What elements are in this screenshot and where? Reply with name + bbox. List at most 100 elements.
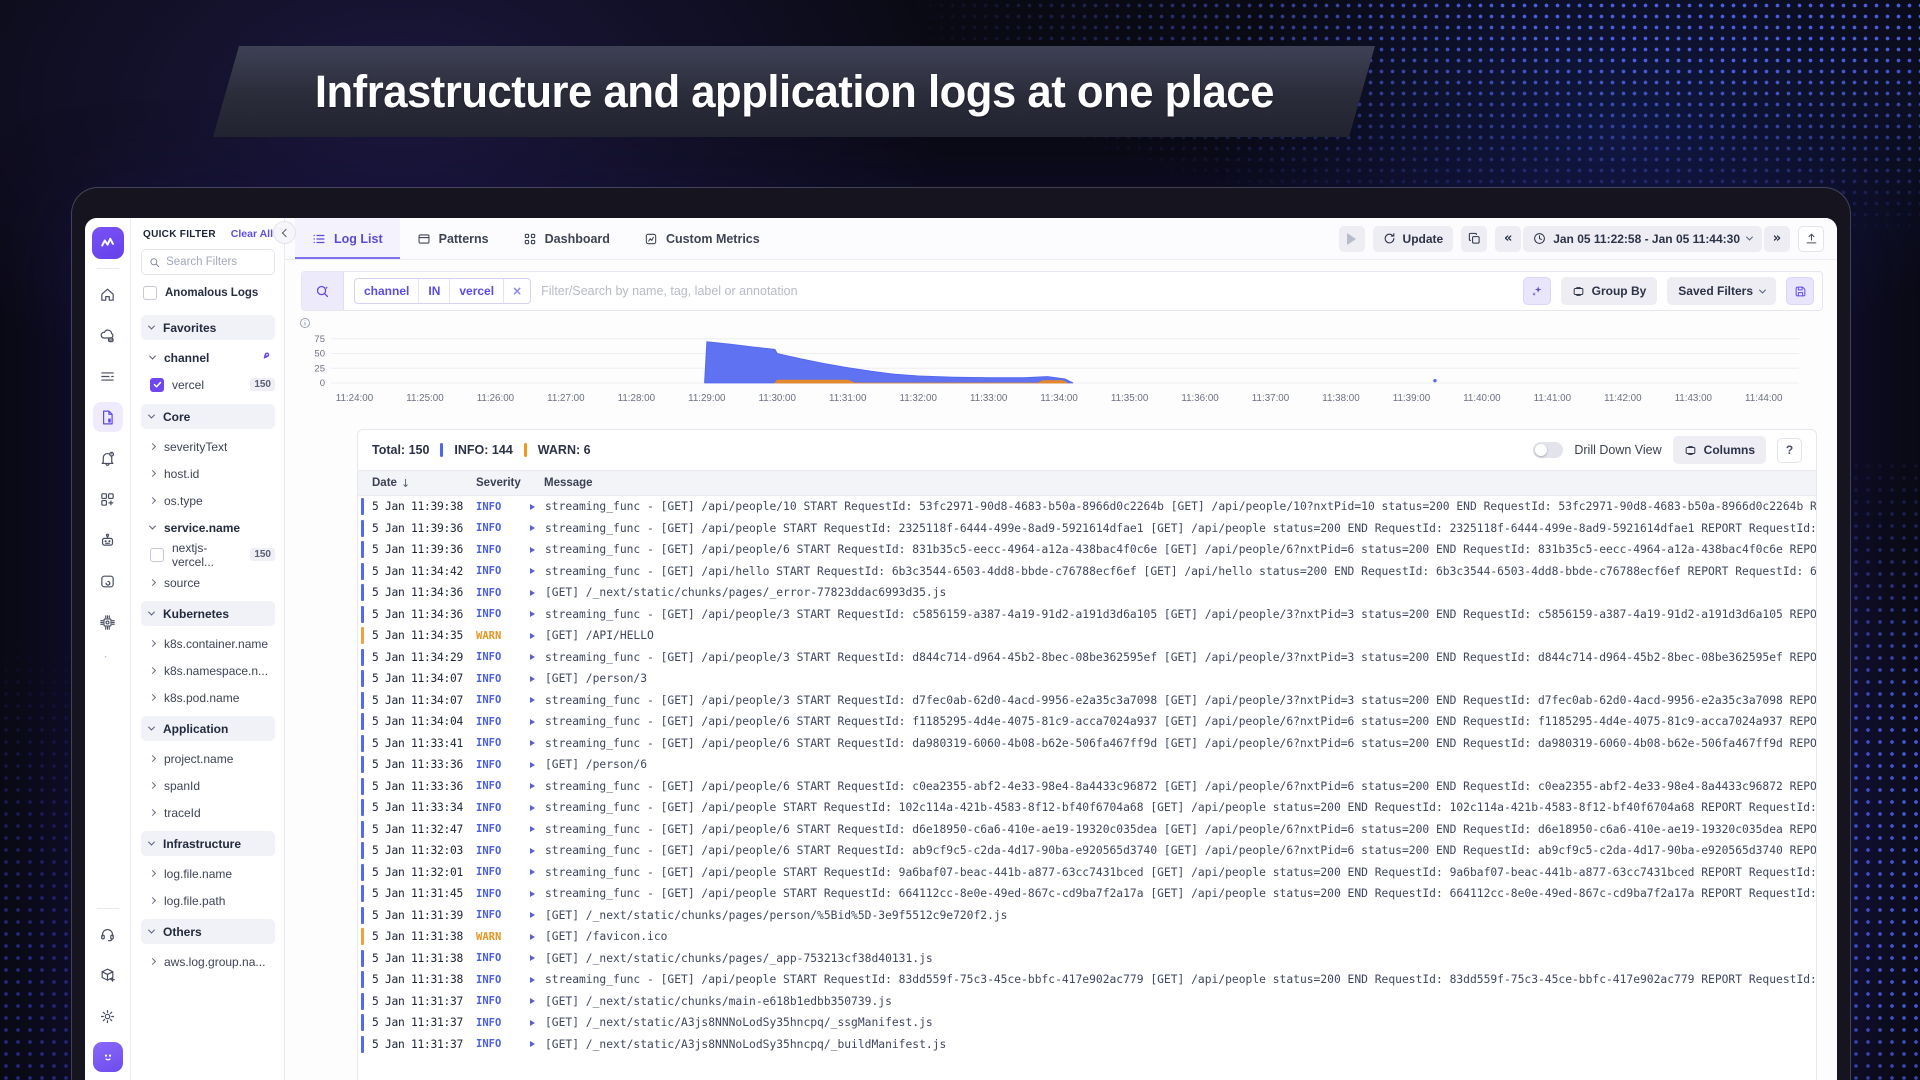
log-row[interactable]: 5 Jan 11:34:42 INFO streaming_func - [GE… bbox=[358, 561, 1816, 583]
expand-caret-icon[interactable] bbox=[530, 568, 535, 574]
expand-caret-icon[interactable] bbox=[530, 934, 535, 940]
log-row[interactable]: 5 Jan 11:34:35 WARN [GET] /API/HELLO bbox=[358, 625, 1816, 647]
services-icon[interactable] bbox=[93, 320, 123, 350]
log-row[interactable]: 5 Jan 11:32:03 INFO streaming_func - [GE… bbox=[358, 840, 1816, 862]
expand-caret-icon[interactable] bbox=[530, 783, 535, 789]
expand-caret-icon[interactable] bbox=[530, 676, 535, 682]
expand-caret-icon[interactable] bbox=[530, 525, 535, 531]
logs-histogram[interactable]: 025507511:24:0011:25:0011:26:0011:27:001… bbox=[301, 331, 1811, 421]
log-row[interactable]: 5 Jan 11:34:07 INFO streaming_func - [GE… bbox=[358, 690, 1816, 712]
drill-down-toggle[interactable] bbox=[1533, 442, 1563, 458]
expand-caret-icon[interactable] bbox=[530, 633, 535, 639]
logs-frequency-chart[interactable]: 025507511:24:0011:25:0011:26:0011:27:001… bbox=[301, 319, 1823, 423]
log-row[interactable]: 5 Jan 11:31:38 INFO streaming_func - [GE… bbox=[358, 969, 1816, 991]
settings-gear-icon[interactable] bbox=[93, 1001, 123, 1031]
filter-value-row[interactable]: vercel 150 bbox=[141, 372, 275, 397]
log-row[interactable]: 5 Jan 11:33:36 INFO [GET] /person/6 bbox=[358, 754, 1816, 776]
expand-caret-icon[interactable] bbox=[530, 1020, 535, 1026]
alerts-icon[interactable] bbox=[93, 443, 123, 473]
log-row[interactable]: 5 Jan 11:33:34 INFO streaming_func - [GE… bbox=[358, 797, 1816, 819]
anomalous-logs-checkbox[interactable] bbox=[143, 286, 157, 300]
logs-icon[interactable] bbox=[93, 402, 123, 432]
filter-attribute[interactable]: log.file.name bbox=[141, 860, 275, 887]
log-row[interactable]: 5 Jan 11:31:37 INFO [GET] /_next/static/… bbox=[358, 1034, 1816, 1056]
filter-value-row[interactable]: nextjs-vercel... 150 bbox=[141, 542, 275, 567]
filter-attribute[interactable]: host.id bbox=[141, 460, 275, 487]
filter-category-header[interactable]: Others bbox=[141, 919, 275, 944]
columns-button[interactable]: Columns bbox=[1673, 436, 1766, 464]
home-icon[interactable] bbox=[93, 279, 123, 309]
log-row[interactable]: 5 Jan 11:34:29 INFO streaming_func - [GE… bbox=[358, 647, 1816, 669]
log-row[interactable]: 5 Jan 11:31:37 INFO [GET] /_next/static/… bbox=[358, 1012, 1816, 1034]
log-row[interactable]: 5 Jan 11:34:36 INFO [GET] /_next/static/… bbox=[358, 582, 1816, 604]
chip-remove-icon[interactable]: × bbox=[503, 279, 530, 303]
log-row[interactable]: 5 Jan 11:34:04 INFO streaming_func - [GE… bbox=[358, 711, 1816, 733]
bot-icon[interactable] bbox=[93, 525, 123, 555]
filter-category-header[interactable]: Infrastructure bbox=[141, 831, 275, 856]
expand-caret-icon[interactable] bbox=[530, 869, 535, 875]
filter-category-header[interactable]: Favorites bbox=[141, 315, 275, 340]
collapse-panel-button[interactable] bbox=[273, 221, 296, 244]
share-export-button[interactable] bbox=[1798, 226, 1824, 252]
log-row[interactable]: 5 Jan 11:39:36 INFO streaming_func - [GE… bbox=[358, 518, 1816, 540]
expand-caret-icon[interactable] bbox=[530, 762, 535, 768]
filter-category-header[interactable]: Core bbox=[141, 404, 275, 429]
log-row[interactable]: 5 Jan 11:31:38 INFO [GET] /_next/static/… bbox=[358, 948, 1816, 970]
expand-caret-icon[interactable] bbox=[530, 740, 535, 746]
messaging-queues-icon[interactable] bbox=[93, 566, 123, 596]
header-date[interactable]: Date ↓ bbox=[358, 477, 476, 490]
log-rows[interactable]: 5 Jan 11:39:38 INFO streaming_func - [GE… bbox=[358, 496, 1816, 1080]
tab-dashboard[interactable]: Dashboard bbox=[506, 218, 627, 259]
saved-filters-dropdown[interactable]: Saved Filters bbox=[1667, 277, 1776, 305]
filter-search-input[interactable] bbox=[541, 284, 1513, 298]
log-row[interactable]: 5 Jan 11:39:36 INFO streaming_func - [GE… bbox=[358, 539, 1816, 561]
filter-attribute[interactable]: project.name bbox=[141, 745, 275, 772]
ai-assist-button[interactable] bbox=[1523, 277, 1551, 305]
log-row[interactable]: 5 Jan 11:31:37 INFO [GET] /_next/static/… bbox=[358, 991, 1816, 1013]
live-play-button[interactable] bbox=[1339, 226, 1365, 252]
expand-caret-icon[interactable] bbox=[530, 611, 535, 617]
log-row[interactable]: 5 Jan 11:32:01 INFO streaming_func - [GE… bbox=[358, 862, 1816, 884]
filter-search-box[interactable] bbox=[141, 249, 275, 275]
expand-caret-icon[interactable] bbox=[530, 719, 535, 725]
ai-sparkle-icon[interactable] bbox=[104, 648, 107, 665]
filter-attribute-expanded[interactable]: service.name bbox=[141, 514, 275, 541]
expand-caret-icon[interactable] bbox=[530, 654, 535, 660]
filter-attribute[interactable]: log.file.path bbox=[141, 887, 275, 914]
expand-caret-icon[interactable] bbox=[530, 805, 535, 811]
clear-all-link[interactable]: Clear All bbox=[231, 228, 273, 240]
filter-attribute[interactable]: severityText bbox=[141, 433, 275, 460]
expand-caret-icon[interactable] bbox=[530, 912, 535, 918]
copy-button[interactable] bbox=[1461, 226, 1487, 252]
expand-caret-icon[interactable] bbox=[530, 504, 535, 510]
expand-caret-icon[interactable] bbox=[530, 1041, 535, 1047]
filter-attribute[interactable]: source bbox=[141, 569, 275, 596]
filter-category-header[interactable]: Kubernetes bbox=[141, 601, 275, 626]
expand-caret-icon[interactable] bbox=[530, 955, 535, 961]
log-row[interactable]: 5 Jan 11:33:36 INFO streaming_func - [GE… bbox=[358, 776, 1816, 798]
log-row[interactable]: 5 Jan 11:31:39 INFO [GET] /_next/static/… bbox=[358, 905, 1816, 927]
filter-attribute[interactable]: traceId bbox=[141, 799, 275, 826]
expand-caret-icon[interactable] bbox=[530, 977, 535, 983]
expand-caret-icon[interactable] bbox=[530, 891, 535, 897]
header-message[interactable]: Message bbox=[544, 477, 1816, 489]
save-filter-button[interactable] bbox=[1786, 277, 1814, 305]
filter-attribute[interactable]: k8s.pod.name bbox=[141, 684, 275, 711]
filter-attribute[interactable]: spanId bbox=[141, 772, 275, 799]
integrations-chip-icon[interactable] bbox=[93, 607, 123, 637]
filter-category-header[interactable]: Application bbox=[141, 716, 275, 741]
tab-patterns[interactable]: Patterns bbox=[400, 218, 506, 259]
log-row[interactable]: 5 Jan 11:33:41 INFO streaming_func - [GE… bbox=[358, 733, 1816, 755]
support-headset-icon[interactable] bbox=[93, 919, 123, 949]
filter-checkbox[interactable] bbox=[150, 548, 164, 562]
date-range-picker[interactable]: Jan 05 11:22:58 - Jan 05 11:44:30 bbox=[1523, 226, 1762, 252]
user-avatar[interactable] bbox=[93, 1042, 123, 1072]
log-row[interactable]: 5 Jan 11:34:07 INFO [GET] /person/3 bbox=[358, 668, 1816, 690]
filter-attribute-expanded[interactable]: channel bbox=[141, 344, 275, 371]
filter-checkbox[interactable] bbox=[150, 378, 164, 392]
help-button[interactable]: ? bbox=[1777, 438, 1802, 463]
log-row[interactable]: 5 Jan 11:31:38 WARN [GET] /favicon.ico bbox=[358, 926, 1816, 948]
log-row[interactable]: 5 Jan 11:34:36 INFO streaming_func - [GE… bbox=[358, 604, 1816, 626]
time-forward-button[interactable]: » bbox=[1764, 226, 1790, 252]
tab-log-list[interactable]: Log List bbox=[295, 218, 400, 259]
